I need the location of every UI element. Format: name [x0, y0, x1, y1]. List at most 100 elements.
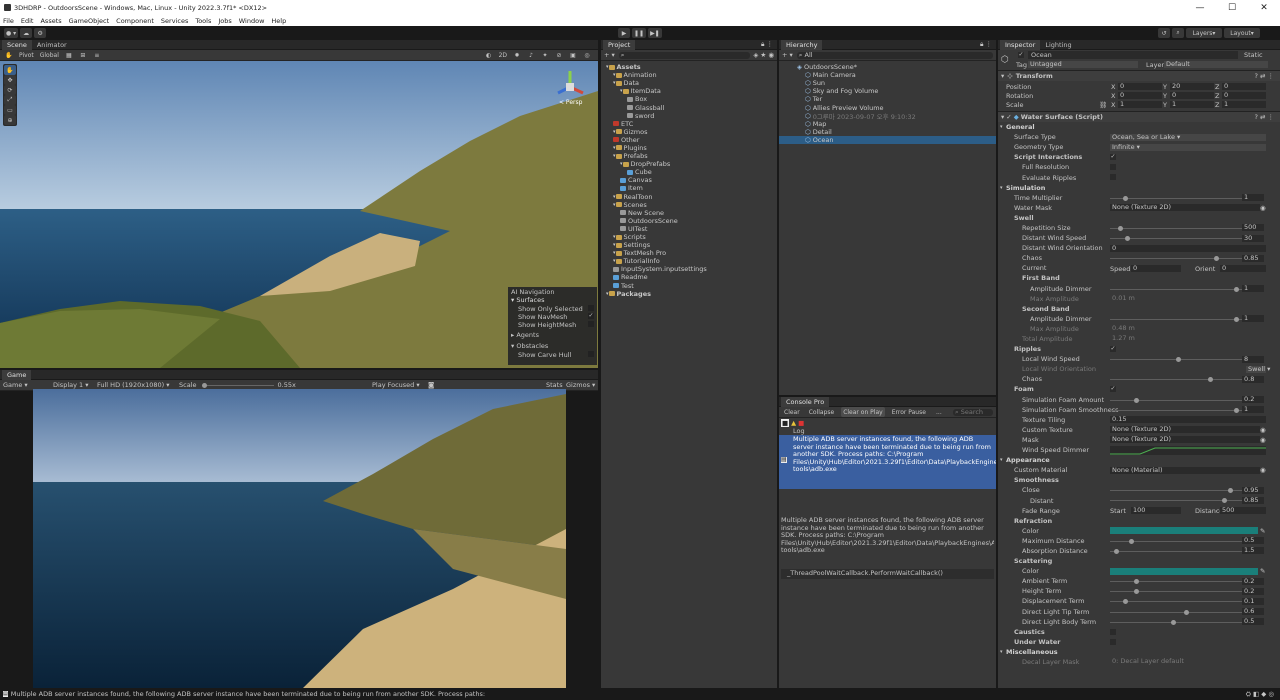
- checkbox[interactable]: [1110, 628, 1116, 635]
- slider-value-field[interactable]: 0.6: [1242, 608, 1264, 615]
- slider-value-field[interactable]: 1.5: [1242, 547, 1264, 555]
- menu-assets[interactable]: Assets: [40, 17, 61, 25]
- slider-track[interactable]: [1110, 316, 1242, 322]
- slider-track[interactable]: [1110, 286, 1242, 292]
- stack-trace-line[interactable]: _ThreadPoolWaitCallback.PerformWaitCallb…: [781, 569, 994, 579]
- project-item[interactable]: New Scene: [606, 209, 777, 217]
- effects-icon[interactable]: ✦: [539, 50, 551, 60]
- lock-icon[interactable]: 🔒︎ ⋮: [761, 40, 773, 49]
- checkbox[interactable]: ✓: [1110, 154, 1116, 161]
- menu-component[interactable]: Component: [116, 17, 154, 25]
- project-item[interactable]: ▾ Scenes: [606, 201, 777, 209]
- layer-dropdown[interactable]: Default: [1164, 61, 1268, 68]
- slider-value-field[interactable]: 1: [1242, 285, 1264, 292]
- filter-icon[interactable]: ◈ ★ ◉: [753, 51, 774, 59]
- object-field[interactable]: None (Texture 2D): [1110, 426, 1260, 434]
- slider-handle[interactable]: [1134, 589, 1140, 595]
- slider-handle[interactable]: [1234, 316, 1240, 322]
- pivot-dropdown[interactable]: Pivot: [17, 50, 36, 60]
- checkbox[interactable]: ✓: [1110, 386, 1116, 393]
- project-item[interactable]: ▾ TextMesh Pro: [606, 249, 777, 257]
- project-item[interactable]: ▾ Animation: [606, 71, 777, 79]
- add-asset-button[interactable]: + ▾: [604, 51, 615, 59]
- slider-value-field[interactable]: 30: [1242, 234, 1264, 242]
- project-item[interactable]: ▾ Gizmos: [606, 128, 777, 136]
- hierarchy-item[interactable]: ⬡ Main Camera: [779, 71, 996, 79]
- console-btn-error-pause[interactable]: Error Pause: [889, 407, 928, 417]
- rot-z-field[interactable]: 0: [1222, 91, 1266, 99]
- slider-handle[interactable]: [1122, 195, 1128, 201]
- slider-track[interactable]: [1110, 397, 1242, 403]
- project-item[interactable]: ▾ Prefabs: [606, 152, 777, 160]
- scale-tool-icon[interactable]: ⤢: [4, 95, 16, 105]
- slider-handle[interactable]: [1125, 236, 1131, 242]
- pos-y-field[interactable]: 20: [1170, 82, 1214, 90]
- sub-field-b[interactable]: 500: [1220, 507, 1266, 515]
- slider-track[interactable]: [1110, 407, 1242, 413]
- slider-handle[interactable]: [1122, 599, 1128, 605]
- hierarchy-item[interactable]: ⬡ Map: [779, 120, 996, 128]
- project-item[interactable]: OutdoorsScene: [606, 217, 777, 225]
- sub-field-a[interactable]: 0: [1131, 264, 1181, 272]
- object-picker-icon[interactable]: ◉: [1260, 436, 1266, 444]
- console-log-entry[interactable]: ▤ Multiple ADB server instances found, t…: [779, 435, 996, 489]
- game-mode-dropdown[interactable]: Game ▾: [3, 381, 47, 389]
- hand-tool-icon[interactable]: ✋: [3, 50, 15, 60]
- mode-2d-button[interactable]: 2D: [496, 50, 509, 60]
- component-menu-icon[interactable]: ? ⇄ ⋮: [1254, 113, 1274, 121]
- cloud-icon[interactable]: ☁: [20, 28, 33, 38]
- search-icon[interactable]: ⌕: [1172, 28, 1184, 38]
- status-message[interactable]: Multiple ADB server instances found, the…: [11, 690, 485, 698]
- hierarchy-item[interactable]: ◈ OutdoorsScene*: [779, 63, 996, 71]
- menu-jobs[interactable]: Jobs: [218, 17, 231, 25]
- gizmos-icon[interactable]: ◎: [581, 50, 593, 60]
- project-search-input[interactable]: ⌕: [618, 51, 751, 59]
- project-item[interactable]: Cube: [606, 168, 777, 176]
- checkbox[interactable]: ✓: [1110, 346, 1116, 353]
- slider-track[interactable]: [1110, 589, 1242, 595]
- foldout-arrow-icon[interactable]: ▾: [1000, 649, 1003, 655]
- move-view-tool-icon[interactable]: ✋: [4, 65, 16, 75]
- sub-field-b[interactable]: 0: [1220, 264, 1266, 272]
- project-item[interactable]: ETC: [606, 120, 777, 128]
- water-surface-header[interactable]: ▾ ✓ ◆ Water Surface (Script)? ⇄ ⋮: [998, 111, 1280, 122]
- slider-handle[interactable]: [1134, 397, 1140, 403]
- project-item[interactable]: sword: [606, 112, 777, 120]
- slider-track[interactable]: [1110, 498, 1242, 504]
- show-only-selected-toggle[interactable]: Show Only Selected: [511, 305, 594, 313]
- color-swatch[interactable]: [1110, 567, 1258, 575]
- menu-file[interactable]: File: [3, 17, 14, 25]
- audio-icon[interactable]: ♪: [525, 50, 537, 60]
- transform-tool-icon[interactable]: ⊕: [4, 115, 16, 125]
- slider-value-field[interactable]: 0.5: [1242, 537, 1264, 545]
- project-item[interactable]: Glassball: [606, 103, 777, 112]
- sub-field-a[interactable]: 100: [1131, 507, 1181, 515]
- slider-value-field[interactable]: 8: [1242, 355, 1264, 363]
- slider-handle[interactable]: [1234, 407, 1240, 413]
- project-item[interactable]: ▾ TutorialInfo: [606, 257, 777, 265]
- console-btn-clear[interactable]: Clear: [782, 407, 802, 417]
- project-item[interactable]: ▾ RealToon: [606, 193, 777, 201]
- slider-handle[interactable]: [1176, 357, 1182, 363]
- checkbox[interactable]: [1110, 638, 1116, 645]
- play-button[interactable]: ▶: [618, 28, 630, 38]
- project-item[interactable]: InputSystem.inputsettings: [606, 265, 777, 273]
- resolution-dropdown[interactable]: Full HD (1920x1080) ▾: [97, 381, 177, 389]
- show-heightmesh-toggle[interactable]: Show HeightMesh: [511, 321, 594, 329]
- slider-handle[interactable]: [1129, 538, 1135, 544]
- pause-button[interactable]: ❚❚: [632, 28, 647, 38]
- maximize-button[interactable]: ☐: [1216, 3, 1248, 13]
- object-field[interactable]: None (Material): [1110, 466, 1260, 474]
- project-item[interactable]: Item: [606, 184, 777, 192]
- rot-y-field[interactable]: 0: [1170, 91, 1214, 99]
- project-item[interactable]: ▾ ItemData: [606, 87, 777, 95]
- object-field[interactable]: None (Texture 2D): [1110, 436, 1260, 444]
- surfaces-foldout[interactable]: ▾ Surfaces: [511, 296, 594, 305]
- status-icons[interactable]: ⛭ ◧ ◆ ◎: [1246, 690, 1274, 699]
- object-field[interactable]: None (Texture 2D): [1110, 204, 1260, 212]
- slider-value-field[interactable]: 1: [1242, 406, 1264, 414]
- project-item[interactable]: ▾ Scripts: [606, 233, 777, 241]
- hierarchy-item[interactable]: ⬡ 0그루마 2023-09-07 오후 9:10:32: [779, 112, 996, 121]
- stats-button[interactable]: Stats: [546, 381, 563, 389]
- hierarchy-search-input[interactable]: ⌕ All: [796, 51, 993, 59]
